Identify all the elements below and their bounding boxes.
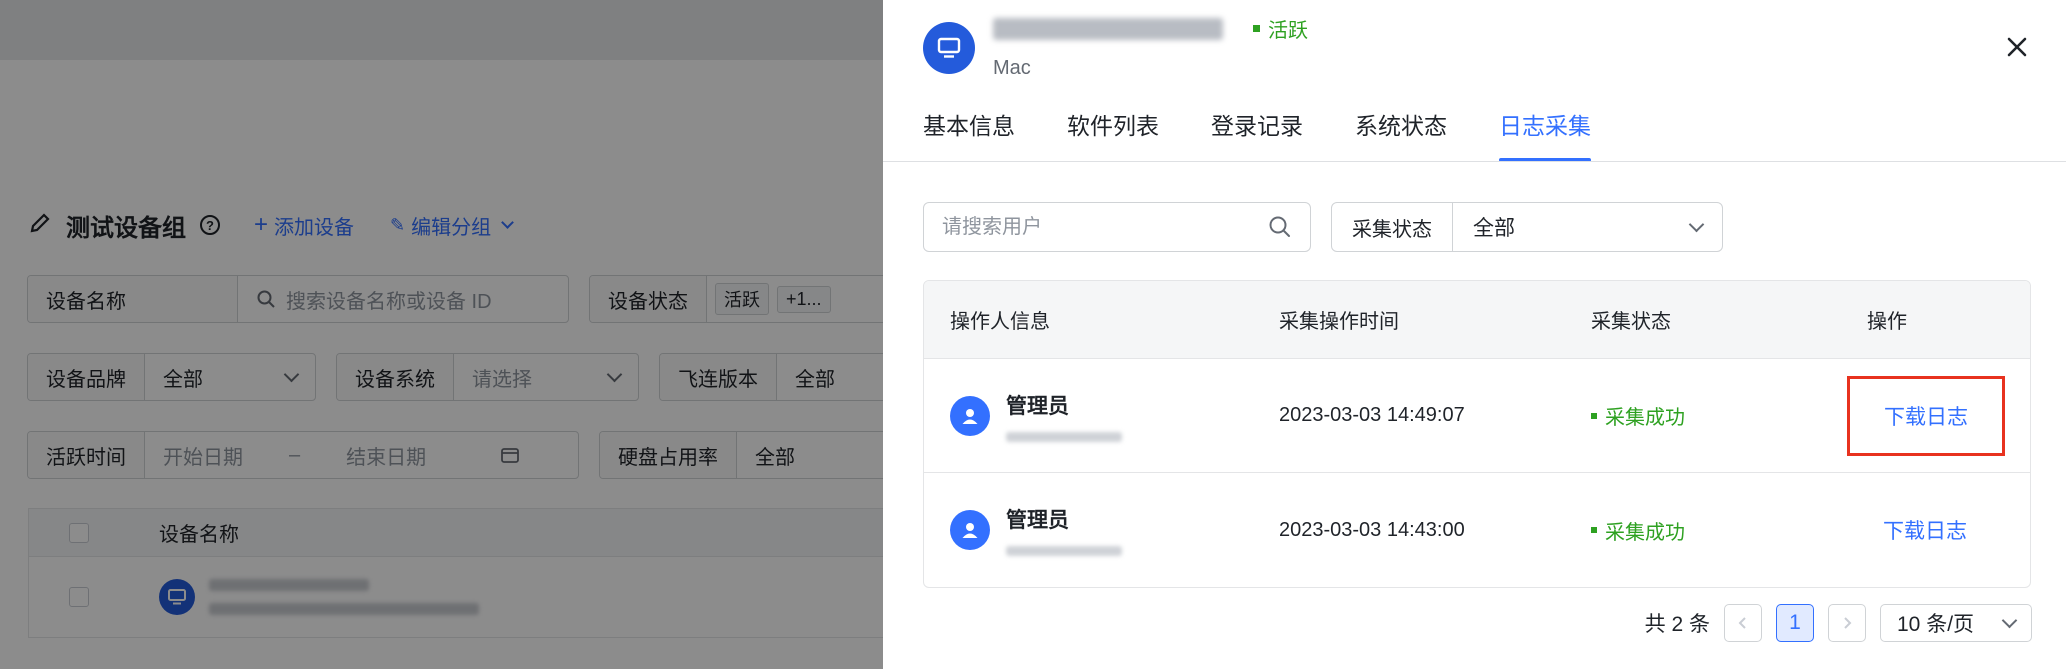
tabs-divider xyxy=(883,161,2066,162)
device-detail-drawer: 活跃 Mac 基本信息 软件列表 登录记录 系统状态 日志采集 采集状态 全部 … xyxy=(883,0,2066,669)
table-row: 管理员 2023-03-03 14:43:00 采集成功 下载日志 xyxy=(924,473,2030,587)
collect-status-select[interactable]: 采集状态 全部 xyxy=(1331,202,1723,252)
status-badge: 活跃 xyxy=(1253,14,1308,43)
drawer-tabs: 基本信息 软件列表 登录记录 系统状态 日志采集 xyxy=(923,106,1591,162)
close-icon[interactable] xyxy=(2002,32,2032,62)
device-name-blurred xyxy=(993,17,1223,40)
table-row: 管理员 2023-03-03 14:49:07 采集成功 下载日志 xyxy=(924,359,2030,473)
collect-status-badge: 采集成功 xyxy=(1591,516,1867,545)
drawer-header: 活跃 Mac xyxy=(923,14,1308,80)
computer-icon xyxy=(923,22,975,74)
user-icon xyxy=(950,395,990,436)
log-collection-table: 操作人信息 采集操作时间 采集状态 操作 管理员 2023-03-03 14:4… xyxy=(923,280,2031,588)
tab-basic-info[interactable]: 基本信息 xyxy=(923,106,1015,162)
operator-id-blurred xyxy=(1006,431,1122,442)
operator-name: 管理员 xyxy=(1006,509,1069,532)
pagination: 共 2 条 1 10 条/页 xyxy=(1645,604,2032,642)
collect-time: 2023-03-03 14:43:00 xyxy=(1279,518,1465,541)
chevron-right-icon xyxy=(1844,617,1852,629)
tab-system-status[interactable]: 系统状态 xyxy=(1355,106,1447,162)
modal-mask[interactable] xyxy=(0,0,883,669)
collect-time: 2023-03-03 14:49:07 xyxy=(1279,404,1465,426)
search-icon[interactable] xyxy=(1268,215,1292,239)
next-page-button[interactable] xyxy=(1828,604,1866,642)
user-search-input[interactable] xyxy=(942,215,1242,239)
user-search-box[interactable] xyxy=(923,202,1311,252)
chevron-down-icon xyxy=(2001,612,2018,628)
tab-log-collection[interactable]: 日志采集 xyxy=(1499,106,1591,162)
total-count: 共 2 条 xyxy=(1644,613,1710,636)
tab-software-list[interactable]: 软件列表 xyxy=(1067,106,1159,162)
download-log-button[interactable]: 下载日志 xyxy=(1867,501,1983,559)
device-os-label: Mac xyxy=(993,57,1031,79)
operator-name: 管理员 xyxy=(1006,394,1069,418)
table-header: 操作人信息 采集操作时间 采集状态 操作 xyxy=(924,281,2030,359)
page-size-select[interactable]: 10 条/页 xyxy=(1880,604,2032,642)
chevron-left-icon xyxy=(1738,617,1746,629)
chevron-down-icon xyxy=(1688,216,1705,232)
page-number[interactable]: 1 xyxy=(1776,604,1814,642)
tab-login-records[interactable]: 登录记录 xyxy=(1211,106,1303,162)
prev-page-button[interactable] xyxy=(1724,604,1762,642)
operator-id-blurred xyxy=(1006,546,1122,556)
user-icon xyxy=(950,510,990,550)
collect-status-value: 全部 xyxy=(1473,217,1515,240)
download-log-button[interactable]: 下载日志 xyxy=(1847,375,2005,456)
collect-status-badge: 采集成功 xyxy=(1591,401,1867,430)
